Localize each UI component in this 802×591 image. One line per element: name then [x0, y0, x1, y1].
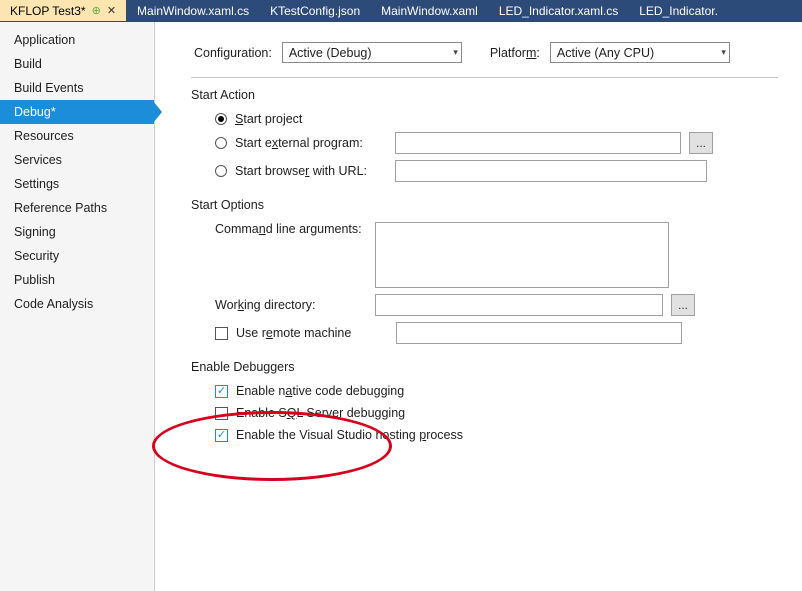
- sidebar-item-label: Settings: [14, 177, 59, 191]
- tab-led-indicator[interactable]: LED_Indicator.: [629, 0, 729, 21]
- tab-kflop-test3[interactable]: KFLOP Test3* ⊕ ✕: [0, 0, 127, 21]
- sidebar-item-label: Services: [14, 153, 62, 167]
- sidebar-item-label: Reference Paths: [14, 201, 107, 215]
- working-dir-input[interactable]: [375, 294, 663, 316]
- sidebar-item-label: Debug*: [14, 105, 56, 119]
- sidebar-item-reference-paths[interactable]: Reference Paths: [0, 196, 154, 220]
- sidebar-item-code-analysis[interactable]: Code Analysis: [0, 292, 154, 316]
- start-external-row: Start external program: ...: [215, 132, 778, 154]
- cmd-args-input[interactable]: [375, 222, 669, 288]
- start-project-radio[interactable]: [215, 113, 227, 125]
- start-browser-label: Start browser with URL:: [235, 164, 387, 178]
- start-external-radio[interactable]: [215, 137, 227, 149]
- tab-mainwindow-cs[interactable]: MainWindow.xaml.cs: [127, 0, 260, 21]
- start-action-group: Start Action Start project Start externa…: [191, 88, 778, 182]
- enable-debuggers-title: Enable Debuggers: [191, 360, 778, 374]
- cmd-args-row: Command line arguments:: [215, 222, 778, 288]
- native-debug-row: Enable native code debugging: [215, 384, 778, 398]
- sidebar-item-label: Build: [14, 57, 42, 71]
- sidebar-item-publish[interactable]: Publish: [0, 268, 154, 292]
- sidebar-item-label: Resources: [14, 129, 74, 143]
- divider: [191, 77, 778, 78]
- sql-debug-checkbox[interactable]: [215, 407, 228, 420]
- debug-properties-panel: Configuration: Active (Debug) ▾ Platform…: [155, 22, 802, 591]
- configuration-row: Configuration: Active (Debug) ▾ Platform…: [191, 42, 778, 63]
- platform-combo[interactable]: Active (Any CPU) ▾: [550, 42, 730, 63]
- tab-mainwindow-xaml[interactable]: MainWindow.xaml: [371, 0, 489, 21]
- sidebar-item-debug[interactable]: Debug*: [0, 100, 154, 124]
- start-project-row: Start project: [215, 112, 778, 126]
- remote-machine-checkbox[interactable]: [215, 327, 228, 340]
- sidebar-item-build-events[interactable]: Build Events: [0, 76, 154, 100]
- sql-debug-row: Enable SQL Server debugging: [215, 406, 778, 420]
- native-debug-label: Enable native code debugging: [236, 384, 404, 398]
- sidebar-item-security[interactable]: Security: [0, 244, 154, 268]
- sidebar-item-label: Code Analysis: [14, 297, 93, 311]
- platform-label: Platform:: [490, 46, 540, 60]
- sidebar-item-application[interactable]: Application: [0, 28, 154, 52]
- chevron-down-icon: ▾: [453, 47, 458, 58]
- tab-led-indicator-cs[interactable]: LED_Indicator.xaml.cs: [489, 0, 629, 21]
- sql-debug-label: Enable SQL Server debugging: [236, 406, 405, 420]
- project-properties-sidebar: Application Build Build Events Debug* Re…: [0, 22, 155, 591]
- start-external-label: Start external program:: [235, 136, 387, 150]
- remote-machine-row: Use remote machine: [215, 322, 778, 344]
- close-icon[interactable]: ✕: [107, 4, 116, 17]
- chevron-down-icon: ▾: [721, 47, 726, 58]
- configuration-value: Active (Debug): [289, 46, 372, 60]
- pin-icon[interactable]: ⊕: [92, 4, 101, 17]
- start-options-group: Start Options Command line arguments: Wo…: [191, 198, 778, 344]
- hosting-process-checkbox[interactable]: [215, 429, 228, 442]
- working-dir-row: Working directory: ...: [215, 294, 778, 316]
- tab-label: KFLOP Test3*: [10, 4, 86, 18]
- browse-working-dir-button[interactable]: ...: [671, 294, 695, 316]
- cmd-args-label: Command line arguments:: [215, 222, 367, 236]
- document-tabbar: KFLOP Test3* ⊕ ✕ MainWindow.xaml.cs KTes…: [0, 0, 802, 22]
- sidebar-item-build[interactable]: Build: [0, 52, 154, 76]
- tab-label: KTestConfig.json: [270, 4, 360, 18]
- start-options-title: Start Options: [191, 198, 778, 212]
- working-dir-label: Working directory:: [215, 298, 367, 312]
- tab-label: MainWindow.xaml.cs: [137, 4, 249, 18]
- configuration-label: Configuration:: [194, 46, 272, 60]
- sidebar-item-services[interactable]: Services: [0, 148, 154, 172]
- sidebar-item-signing[interactable]: Signing: [0, 220, 154, 244]
- configuration-combo[interactable]: Active (Debug) ▾: [282, 42, 462, 63]
- tab-label: LED_Indicator.: [639, 4, 718, 18]
- external-program-input[interactable]: [395, 132, 681, 154]
- start-browser-row: Start browser with URL:: [215, 160, 778, 182]
- start-action-title: Start Action: [191, 88, 778, 102]
- remote-machine-input[interactable]: [396, 322, 682, 344]
- sidebar-item-label: Build Events: [14, 81, 83, 95]
- hosting-process-label: Enable the Visual Studio hosting process: [236, 428, 463, 442]
- sidebar-item-label: Publish: [14, 273, 55, 287]
- enable-debuggers-group: Enable Debuggers Enable native code debu…: [191, 360, 778, 442]
- browse-external-button[interactable]: ...: [689, 132, 713, 154]
- platform-value: Active (Any CPU): [557, 46, 654, 60]
- start-browser-radio[interactable]: [215, 165, 227, 177]
- browser-url-input[interactable]: [395, 160, 707, 182]
- tab-label: MainWindow.xaml: [381, 4, 478, 18]
- native-debug-checkbox[interactable]: [215, 385, 228, 398]
- start-project-label: Start project: [235, 112, 302, 126]
- sidebar-item-resources[interactable]: Resources: [0, 124, 154, 148]
- sidebar-item-label: Application: [14, 33, 75, 47]
- remote-machine-label: Use remote machine: [236, 326, 388, 340]
- sidebar-item-label: Security: [14, 249, 59, 263]
- sidebar-item-label: Signing: [14, 225, 56, 239]
- tab-label: LED_Indicator.xaml.cs: [499, 4, 618, 18]
- tab-ktestconfig[interactable]: KTestConfig.json: [260, 0, 371, 21]
- sidebar-item-settings[interactable]: Settings: [0, 172, 154, 196]
- hosting-process-row: Enable the Visual Studio hosting process: [215, 428, 778, 442]
